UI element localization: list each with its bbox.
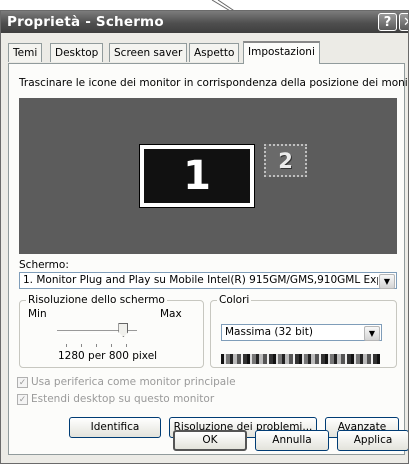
- monitor-2-icon[interactable]: 2: [264, 144, 307, 177]
- slider-tick: [66, 344, 67, 347]
- resolution-slider-thumb[interactable]: [118, 323, 129, 337]
- monitor-2-number: 2: [278, 149, 293, 173]
- color-preview-bar: [221, 354, 380, 364]
- slider-tick: [126, 344, 127, 347]
- primary-monitor-label: Usa periferica come monitor principale: [31, 376, 236, 388]
- resolution-min-label: Min: [28, 308, 47, 320]
- chevron-down-icon[interactable]: ▼: [364, 326, 380, 341]
- tab-aspetto[interactable]: Aspetto: [189, 43, 240, 62]
- tab-screen-saver[interactable]: Screen saver: [109, 43, 188, 62]
- title-bar[interactable]: Proprietà - Schermo ? ✕: [1, 11, 408, 33]
- ok-button[interactable]: OK: [173, 430, 247, 451]
- display-label: Schermo:: [19, 259, 69, 271]
- resolution-group-title: Risoluzione dello schermo: [26, 294, 167, 306]
- resolution-max-label: Max: [160, 308, 182, 320]
- colors-group-title: Colori: [217, 294, 252, 306]
- tab-impostazioni[interactable]: Impostazioni: [243, 41, 320, 64]
- display-select-value: 1. Monitor Plug and Play su Mobile Intel…: [23, 274, 378, 286]
- extend-desktop-checkbox[interactable]: ✓: [17, 394, 28, 405]
- window-title: Proprietà - Schermo: [7, 14, 164, 30]
- tab-desktop[interactable]: Desktop: [50, 43, 104, 62]
- monitor-1-icon[interactable]: 1: [139, 144, 255, 208]
- chevron-down-icon[interactable]: ▼: [379, 274, 395, 289]
- slider-tick: [81, 344, 82, 347]
- slider-tick: [111, 344, 112, 347]
- identify-button[interactable]: Identifica: [69, 417, 161, 438]
- instruction-text: Trascinare le icone dei monitor in corri…: [19, 77, 409, 89]
- close-button[interactable]: ✕: [399, 13, 408, 31]
- color-quality-value: Massima (32 bit): [225, 326, 313, 338]
- resolution-value: 1280 per 800 pixel: [58, 350, 158, 362]
- monitor-arrangement-area: 1 2: [19, 98, 397, 254]
- dialog-body: Temi Desktop Screen saver Aspetto Impost…: [1, 33, 408, 463]
- resolution-group: Risoluzione dello schermo Min Max 1280 p…: [19, 294, 204, 368]
- colors-group: Colori Massima (32 bit) ▼: [210, 294, 397, 368]
- primary-monitor-checkbox[interactable]: ✓: [17, 377, 28, 388]
- color-quality-select[interactable]: Massima (32 bit) ▼: [221, 324, 382, 341]
- tab-temi[interactable]: Temi: [8, 43, 43, 62]
- extend-desktop-label: Estendi desktop su questo monitor: [31, 393, 215, 405]
- display-properties-window: Proprietà - Schermo ? ✕ Temi Desktop Scr…: [0, 10, 409, 464]
- slider-tick: [96, 344, 97, 347]
- cancel-button[interactable]: Annulla: [255, 430, 329, 451]
- apply-button[interactable]: Applica: [337, 430, 408, 451]
- monitor-1-number: 1: [144, 149, 250, 203]
- display-select[interactable]: 1. Monitor Plug and Play su Mobile Intel…: [19, 272, 397, 289]
- help-button[interactable]: ?: [378, 13, 397, 31]
- settings-panel: Trascinare le icone dei monitor in corri…: [8, 63, 408, 455]
